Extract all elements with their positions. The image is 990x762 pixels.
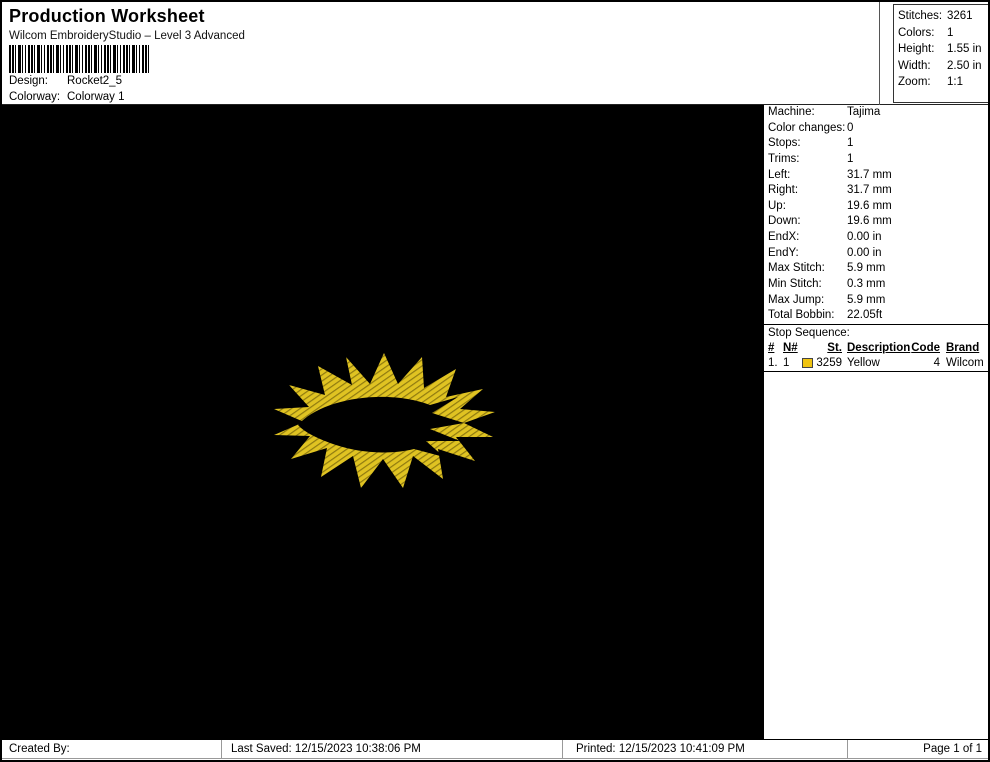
design-stats-box: Stitches: 3261 Colors: 1 Height: 1.55 in Wi… <box>893 4 988 103</box>
design-barcode <box>9 45 149 73</box>
info-machine: Machine: Tajima <box>768 106 881 118</box>
thread-description: Yellow <box>847 356 880 369</box>
page-title: Production Worksheet <box>9 6 205 26</box>
stat-width: Width: 2.50 in <box>898 59 982 72</box>
info-right: Right: 31.7 mm <box>768 184 892 197</box>
stat-stitches: Stitches: 3261 <box>898 10 973 22</box>
design-value: Rocket2_5 <box>67 75 122 87</box>
info-min-stitch: Min Stitch: 0.3 mm <box>768 277 886 290</box>
colorway-value: Colorway 1 <box>67 91 125 103</box>
thread-code: 4 <box>933 356 940 369</box>
stat-colors: Colors: 1 <box>898 26 954 39</box>
stat-zoom: Zoom: 1:1 <box>898 76 963 88</box>
embroidery-design-rocket <box>274 353 495 488</box>
software-subtitle: Wilcom EmbroideryStudio – Level 3 Advanc… <box>9 30 245 42</box>
last-saved: Last Saved: 12/15/2023 10:38:06 PM <box>222 740 563 759</box>
main-area: Machine: Tajima Color changes: 0 Stops: 1 T… <box>2 105 988 739</box>
info-endx: EndX: 0.00 in <box>768 231 882 243</box>
printed: Printed: 12/15/2023 10:41:09 PM <box>563 740 848 759</box>
colorway-row: Colorway: Colorway 1 <box>9 91 125 103</box>
thread-color-swatch <box>802 358 814 369</box>
created-by: Created By: <box>2 740 222 759</box>
info-down: Down: 19.6 mm <box>768 215 892 228</box>
stop-sequence-bottom-rule <box>764 370 988 372</box>
header-divider <box>879 2 880 105</box>
page-number: Page 1 of 1 <box>848 740 988 759</box>
col-needle: N# <box>783 341 798 354</box>
info-endy: EndY: 0.00 in <box>768 246 882 259</box>
col-brand: Brand <box>946 341 980 354</box>
stop-sequence-row: 1. 1 3259 Yellow 4 Wilcom <box>768 356 984 369</box>
info-color-changes: Color changes: 0 <box>768 121 854 134</box>
info-left: Left: 31.7 mm <box>768 168 892 181</box>
info-up: Up: 19.6 mm <box>768 199 892 212</box>
info-max-jump: Max Jump: 5.9 mm <box>768 293 886 306</box>
design-name-row: Design: Rocket2_5 <box>9 75 122 87</box>
info-max-stitch: Max Stitch: 5.9 mm <box>768 262 886 275</box>
info-stops: Stops: 1 <box>768 137 854 150</box>
info-trims: Trims: 1 <box>768 152 854 165</box>
col-stitches: St. <box>827 341 842 354</box>
stop-sequence-title: Stop Sequence: <box>768 326 850 339</box>
design-label: Design: <box>9 75 48 87</box>
info-total-bobbin: Total Bobbin: 22.05ft <box>768 309 883 322</box>
machine-info-panel: Machine: Tajima Color changes: 0 Stops: 1 T… <box>763 105 988 739</box>
col-num: # <box>768 341 775 354</box>
col-description: Description <box>847 341 911 354</box>
header: Production Worksheet Wilcom EmbroiderySt… <box>2 2 988 105</box>
stop-sequence-header: # N# St. Description Code Brand <box>764 341 988 356</box>
production-worksheet-page: Production Worksheet Wilcom EmbroiderySt… <box>0 0 990 762</box>
footer: Created By: Last Saved: 12/15/2023 10:38… <box>2 739 988 759</box>
colorway-label: Colorway: <box>9 91 61 103</box>
col-code: Code <box>911 341 940 354</box>
thread-brand: Wilcom <box>946 356 984 369</box>
stitch-canvas <box>2 105 763 739</box>
stat-height: Height: 1.55 in <box>898 43 982 55</box>
